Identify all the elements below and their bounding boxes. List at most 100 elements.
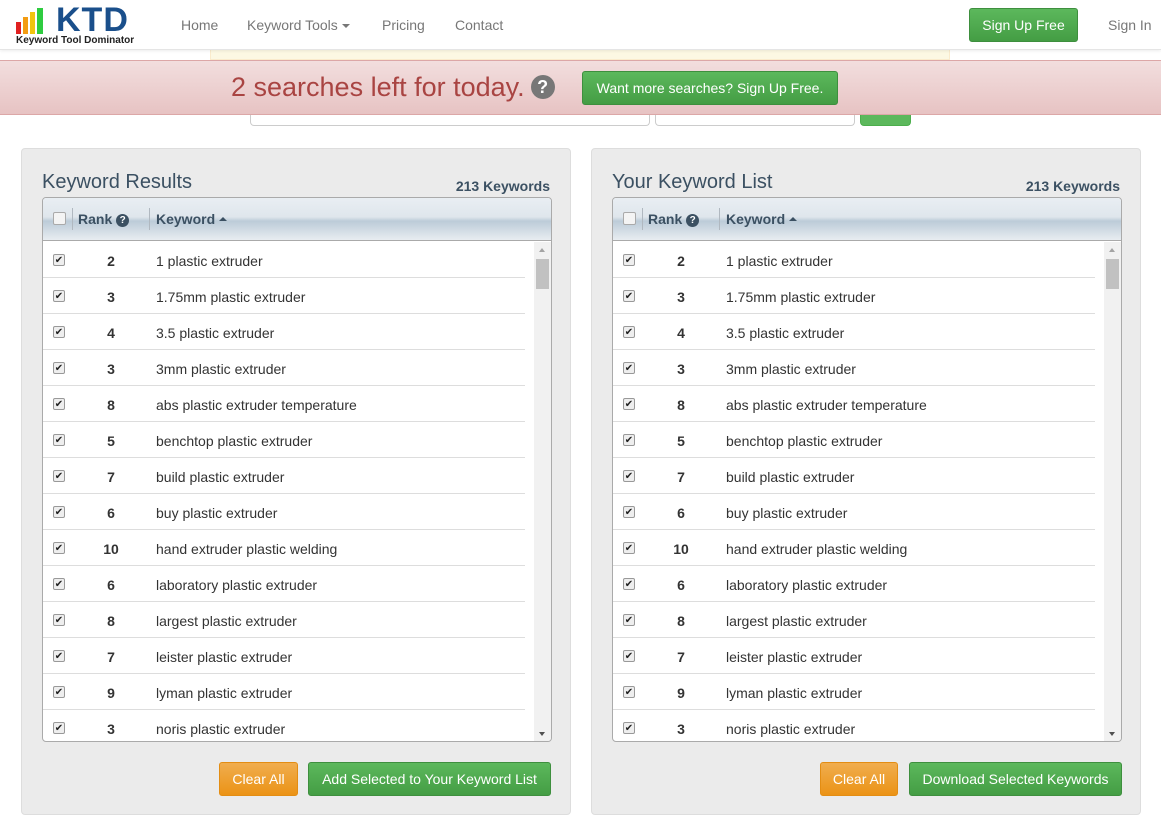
table-row[interactable]: ✔ 9 lyman plastic extruder [613,674,1095,710]
table-row[interactable]: ✔ 10 hand extruder plastic welding [43,530,525,566]
table-row[interactable]: ✔ 3 3mm plastic extruder [43,350,525,386]
scrollbar-thumb[interactable] [536,259,549,289]
table-row[interactable]: ✔ 4 3.5 plastic extruder [43,314,525,350]
table-row[interactable]: ✔ 7 leister plastic extruder [43,638,525,674]
row-checkbox[interactable]: ✔ [623,578,635,590]
help-icon[interactable]: ? [116,214,130,227]
column-keyword[interactable]: Keyword [726,211,798,227]
table-row[interactable]: ✔ 9 lyman plastic extruder [43,674,525,710]
help-icon[interactable]: ? [530,75,555,99]
row-checkbox[interactable]: ✔ [53,290,65,302]
row-checkbox[interactable]: ✔ [623,650,635,662]
row-checkbox[interactable]: ✔ [53,650,65,662]
clear-all-button[interactable]: Clear All [219,762,298,796]
row-checkbox[interactable]: ✔ [623,542,635,554]
table-row[interactable]: ✔ 7 build plastic extruder [613,458,1095,494]
select-all-checkbox[interactable] [53,212,66,225]
table-row[interactable]: ✔ 6 laboratory plastic extruder [43,566,525,602]
nav-home[interactable]: Home [181,17,218,33]
table-row[interactable]: ✔ 8 largest plastic extruder [43,602,525,638]
row-checkbox[interactable]: ✔ [623,326,635,338]
row-checkbox[interactable]: ✔ [623,470,635,482]
table-row[interactable]: ✔ 3 1.75mm plastic extruder [613,278,1095,314]
row-checkbox[interactable]: ✔ [53,686,65,698]
row-checkbox[interactable]: ✔ [53,398,65,410]
logo[interactable]: KTD Keyword Tool Dominator [16,1,151,48]
table-row[interactable]: ✔ 2 1 plastic extruder [43,242,525,278]
row-checkbox[interactable]: ✔ [53,326,65,338]
scroll-up-icon[interactable] [1109,248,1115,252]
column-rank[interactable]: Rank ? [78,211,130,227]
table-row[interactable]: ✔ 3 3mm plastic extruder [613,350,1095,386]
sign-up-button[interactable]: Sign Up Free [969,8,1078,42]
column-divider [642,208,643,230]
nav-keyword-tools[interactable]: Keyword Tools [247,17,350,33]
row-checkbox[interactable]: ✔ [53,506,65,518]
column-keyword[interactable]: Keyword [156,211,228,227]
table-row[interactable]: ✔ 4 3.5 plastic extruder [613,314,1095,350]
clear-all-button[interactable]: Clear All [820,762,898,796]
keyword-cell: benchtop plastic extruder [156,433,313,449]
keyword-cell: build plastic extruder [156,469,285,485]
keyword-count: 213 Keywords [1025,178,1120,194]
scroll-down-icon[interactable] [1109,732,1115,736]
row-checkbox[interactable]: ✔ [623,722,635,734]
rank-cell: 8 [107,397,115,413]
table-row[interactable]: ✔ 3 1.75mm plastic extruder [43,278,525,314]
keyword-cell: 3mm plastic extruder [156,361,286,377]
column-rank[interactable]: Rank ? [648,211,700,227]
row-checkbox[interactable]: ✔ [623,290,635,302]
row-checkbox[interactable]: ✔ [623,362,635,374]
table-row[interactable]: ✔ 7 leister plastic extruder [613,638,1095,674]
row-checkbox[interactable]: ✔ [53,614,65,626]
table-row[interactable]: ✔ 5 benchtop plastic extruder [43,422,525,458]
row-checkbox[interactable]: ✔ [53,578,65,590]
keyword-cell: buy plastic extruder [156,505,278,521]
row-checkbox[interactable]: ✔ [623,614,635,626]
rank-cell: 7 [677,469,685,485]
scrollbar-thumb[interactable] [1106,259,1119,289]
sign-in-link[interactable]: Sign In [1108,17,1152,33]
row-checkbox[interactable]: ✔ [53,254,65,266]
keyword-cell: abs plastic extruder temperature [726,397,927,413]
row-checkbox[interactable]: ✔ [623,254,635,266]
scrollbar[interactable] [1104,242,1121,741]
row-checkbox[interactable]: ✔ [53,722,65,734]
table-row[interactable]: ✔ 5 benchtop plastic extruder [613,422,1095,458]
table-row[interactable]: ✔ 8 abs plastic extruder temperature [613,386,1095,422]
more-searches-button[interactable]: Want more searches? Sign Up Free. [582,71,838,105]
row-checkbox[interactable]: ✔ [53,434,65,446]
table-row[interactable]: ✔ 6 laboratory plastic extruder [613,566,1095,602]
sort-asc-icon [789,217,798,221]
table-row[interactable]: ✔ 8 largest plastic extruder [613,602,1095,638]
keyword-cell: build plastic extruder [726,469,855,485]
table-row[interactable]: ✔ 7 build plastic extruder [43,458,525,494]
row-checkbox[interactable]: ✔ [623,434,635,446]
scrollbar[interactable] [534,242,551,741]
row-checkbox[interactable]: ✔ [53,542,65,554]
rank-cell: 6 [677,577,685,593]
rank-cell: 7 [107,469,115,485]
download-selected-button[interactable]: Download Selected Keywords [909,762,1122,796]
row-checkbox[interactable]: ✔ [623,506,635,518]
nav-pricing[interactable]: Pricing [382,17,425,33]
row-checkbox[interactable]: ✔ [623,398,635,410]
row-checkbox[interactable]: ✔ [53,470,65,482]
table-row[interactable]: ✔ 6 buy plastic extruder [613,494,1095,530]
scroll-down-icon[interactable] [539,732,545,736]
table-row[interactable]: ✔ 3 noris plastic extruder [43,710,525,741]
row-checkbox[interactable]: ✔ [623,686,635,698]
select-all-checkbox[interactable] [623,212,636,225]
scroll-up-icon[interactable] [539,248,545,252]
table-row[interactable]: ✔ 6 buy plastic extruder [43,494,525,530]
add-selected-button[interactable]: Add Selected to Your Keyword List [308,762,551,796]
rank-cell: 2 [677,253,685,269]
table-row[interactable]: ✔ 3 noris plastic extruder [613,710,1095,741]
row-checkbox[interactable]: ✔ [53,362,65,374]
table-row[interactable]: ✔ 2 1 plastic extruder [613,242,1095,278]
help-icon[interactable]: ? [686,214,700,227]
nav-contact[interactable]: Contact [455,17,503,33]
table-row[interactable]: ✔ 8 abs plastic extruder temperature [43,386,525,422]
table-row[interactable]: ✔ 10 hand extruder plastic welding [613,530,1095,566]
rank-cell: 4 [677,325,685,341]
